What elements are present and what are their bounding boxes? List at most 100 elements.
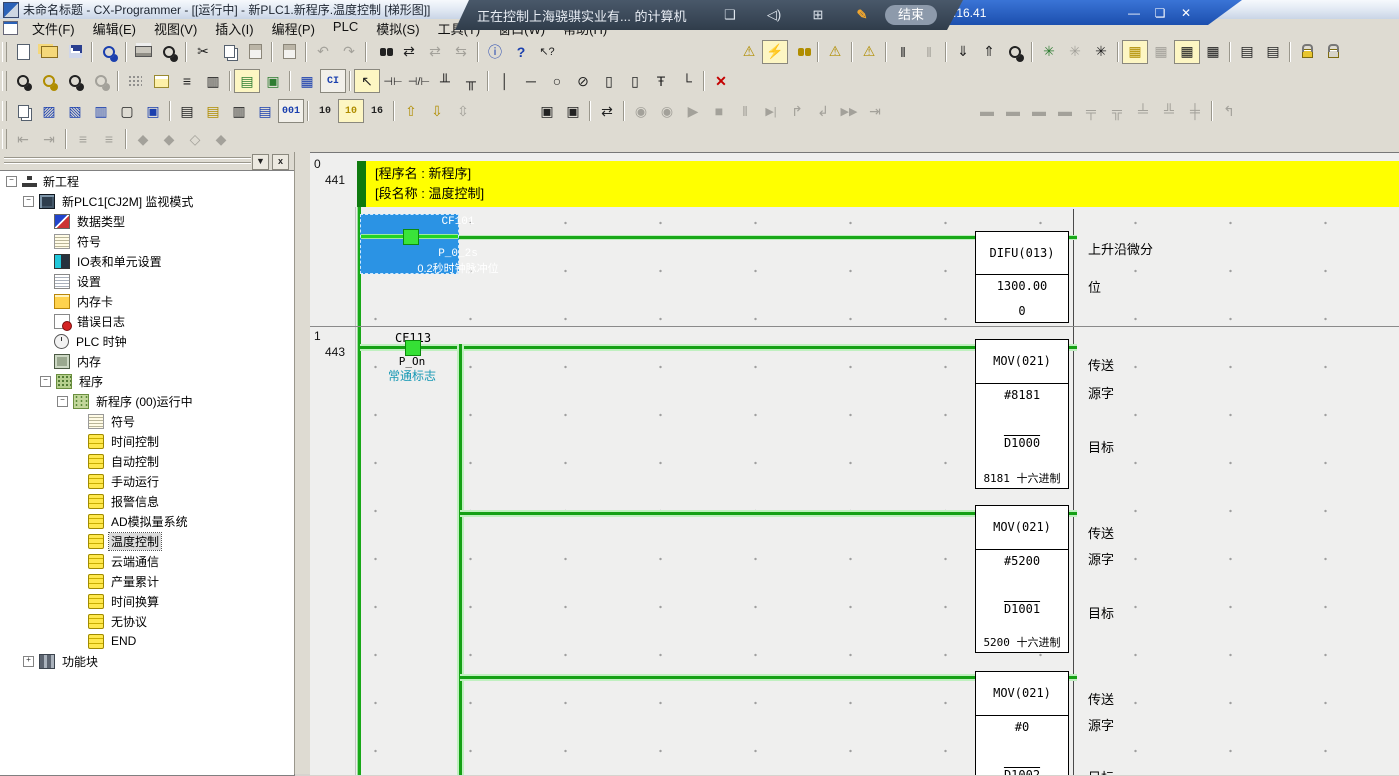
io-break-1-icon[interactable]: ▬ — [974, 99, 1000, 123]
menu-item-4[interactable]: 编程(P) — [263, 18, 324, 39]
horizontal-line-icon[interactable]: ─ — [518, 69, 544, 93]
tree-item-设置[interactable]: 设置 — [0, 271, 294, 291]
symbol-tree-icon[interactable]: ▣ — [260, 69, 286, 93]
zoom-out-icon[interactable] — [88, 69, 114, 93]
contact-or-nc-icon[interactable]: ╥ — [458, 69, 484, 93]
find-error-icon[interactable] — [788, 40, 814, 64]
tree-item-时间控制[interactable]: 时间控制 — [0, 431, 294, 451]
list-1-icon[interactable]: ≡ — [70, 127, 96, 151]
sim-step-in-icon[interactable]: ↱ — [784, 99, 810, 123]
address-table-icon[interactable]: ▦ — [294, 69, 320, 93]
tree-item-时间换算[interactable]: 时间换算 — [0, 591, 294, 611]
tree-item-END[interactable]: END — [0, 631, 294, 651]
io-set-3-icon[interactable]: ╧ — [1130, 99, 1156, 123]
indent-icon[interactable]: ⇥ — [36, 127, 62, 151]
workspace-close-button[interactable]: x — [272, 154, 289, 170]
sim-stop-icon[interactable]: ■ — [706, 99, 732, 123]
paste-icon[interactable] — [242, 40, 268, 64]
sim-settings-icon[interactable]: ▣ — [534, 99, 560, 123]
dock-grip[interactable] — [4, 157, 251, 164]
tree-item-温度控制[interactable]: 温度控制 — [0, 531, 294, 551]
toolbar-grip[interactable] — [2, 71, 7, 91]
tree-item-数据类型[interactable]: 数据类型 — [0, 211, 294, 231]
minimize-button[interactable]: — — [1126, 6, 1142, 20]
zoom-in-icon[interactable] — [36, 69, 62, 93]
monitor-clock-icon[interactable]: ▦ — [1200, 40, 1226, 64]
tree-item-无协议[interactable]: 无协议 — [0, 611, 294, 631]
zoom-100-icon[interactable] — [62, 69, 88, 93]
instruction-box-icon[interactable]: ▯ — [596, 69, 622, 93]
sim-pause-hand-icon[interactable]: ◉ — [628, 99, 654, 123]
io-break-2-icon[interactable]: ▬ — [1000, 99, 1026, 123]
io-set-4-icon[interactable]: ╩ — [1156, 99, 1182, 123]
watch-window-icon[interactable]: ▤ — [1234, 40, 1260, 64]
menu-item-6[interactable]: 模拟(S) — [367, 18, 428, 39]
delete-icon[interactable]: ✕ — [708, 69, 734, 93]
window-split-icon[interactable]: ▥ — [88, 99, 114, 123]
select-cursor-icon[interactable]: ↖ — [354, 69, 380, 93]
expand-icon[interactable]: + — [23, 656, 34, 667]
open-file-icon[interactable] — [36, 40, 62, 64]
force-on-icon[interactable]: ⇧ — [398, 99, 424, 123]
contact-nc-icon[interactable]: ⊣/⊢ — [406, 69, 432, 93]
function-invoke-icon[interactable]: Ŧ — [648, 69, 674, 93]
toolbar-grip[interactable] — [2, 42, 7, 62]
list-2-icon[interactable]: ≡ — [96, 127, 122, 151]
tree-item-IO表和单元设置[interactable]: IO表和单元设置 — [0, 251, 294, 271]
sim-stop-hand-icon[interactable]: ◉ — [654, 99, 680, 123]
instruction-mov-3[interactable]: MOV(021) #0 D1002 — [975, 671, 1069, 775]
return-icon[interactable]: ↰ — [1216, 99, 1242, 123]
lock-icon[interactable] — [1294, 40, 1320, 64]
collapse-icon[interactable]: − — [57, 396, 68, 407]
coil-no-icon[interactable]: ○ — [544, 69, 570, 93]
compile-all-icon[interactable]: ⚡ — [762, 40, 788, 64]
tree-item-自动控制[interactable]: 自动控制 — [0, 451, 294, 471]
speaker-icon[interactable]: ◁) — [761, 7, 787, 23]
sim-step-icon[interactable]: ▶| — [758, 99, 784, 123]
line-corner-icon[interactable]: └ — [674, 69, 700, 93]
workspace-collapse-button[interactable]: ▼ — [252, 154, 269, 170]
toolbar-grip[interactable] — [2, 101, 7, 121]
io-set-1-icon[interactable]: ╤ — [1078, 99, 1104, 123]
page-preview-icon[interactable] — [156, 40, 182, 64]
menu-item-3[interactable]: 插入(I) — [206, 18, 262, 39]
upload-from-plc-icon[interactable]: ⇑ — [976, 40, 1002, 64]
tree-item-产量累计[interactable]: 产量累计 — [0, 571, 294, 591]
sim-to-end-icon[interactable]: ⇥ — [862, 99, 888, 123]
zoom-icon[interactable] — [10, 69, 36, 93]
tree-item-符号[interactable]: 符号 — [0, 231, 294, 251]
tree-item-新程序 (00)运行中[interactable]: −新程序 (00)运行中 — [0, 391, 294, 411]
collapse-icon[interactable]: − — [6, 176, 17, 187]
toolbar-grip[interactable] — [2, 129, 7, 149]
instruction-difu[interactable]: DIFU(013) 1300.00 0 — [975, 231, 1069, 323]
decimal-icon[interactable]: 10 — [312, 99, 338, 123]
differential-monitor-icon[interactable]: ▤ — [1260, 40, 1286, 64]
window-new-icon[interactable]: ▢ — [114, 99, 140, 123]
tree-item-新工程[interactable]: −新工程 — [0, 171, 294, 191]
tree-item-手动运行[interactable]: 手动运行 — [0, 471, 294, 491]
toolbox-icon[interactable]: ⊞ — [805, 7, 831, 23]
vertical-line-icon[interactable]: │ — [492, 69, 518, 93]
coil-nc-icon[interactable]: ⊘ — [570, 69, 596, 93]
window-properties-icon[interactable]: ▣ — [140, 99, 166, 123]
fullscreen-icon[interactable]: ❑ — [717, 7, 743, 23]
sim-fast-icon[interactable]: ▶▶ — [836, 99, 862, 123]
tree-item-新PLC1[CJ2M] 监视模式[interactable]: −新PLC1[CJ2M] 监视模式 — [0, 191, 294, 211]
instruction-mov-1[interactable]: MOV(021) #8181 D1000 8181 十六进制 — [975, 339, 1069, 489]
io-set-2-icon[interactable]: ╦ — [1104, 99, 1130, 123]
replace-all-icon[interactable]: ⇄ — [422, 40, 448, 64]
sim-connect-icon[interactable]: ▣ — [560, 99, 586, 123]
instruction-mov-2[interactable]: MOV(021) #5200 D1001 5200 十六进制 — [975, 505, 1069, 653]
tree-item-AD模拟量系统[interactable]: AD模拟量系统 — [0, 511, 294, 531]
help-icon[interactable]: ? — [508, 40, 534, 64]
sim-transfer-icon[interactable]: ⇄ — [594, 99, 620, 123]
window-diagram-icon[interactable]: ▧ — [62, 99, 88, 123]
sim-play-icon[interactable]: ▶ — [680, 99, 706, 123]
tree-item-符号[interactable]: 符号 — [0, 411, 294, 431]
io-view-icon[interactable]: 001 — [278, 99, 304, 123]
monitor-run-icon[interactable]: ▦ — [1174, 40, 1200, 64]
ladder-editor[interactable]: 0 441 1 443 [程序名 : 新程序] [段名称 : 温度控制] CF1… — [310, 152, 1399, 775]
signed-decimal-icon[interactable]: 10 — [338, 99, 364, 123]
memory-view-icon[interactable]: ▤ — [252, 99, 278, 123]
symbol-bar-icon[interactable]: ▤ — [234, 69, 260, 93]
